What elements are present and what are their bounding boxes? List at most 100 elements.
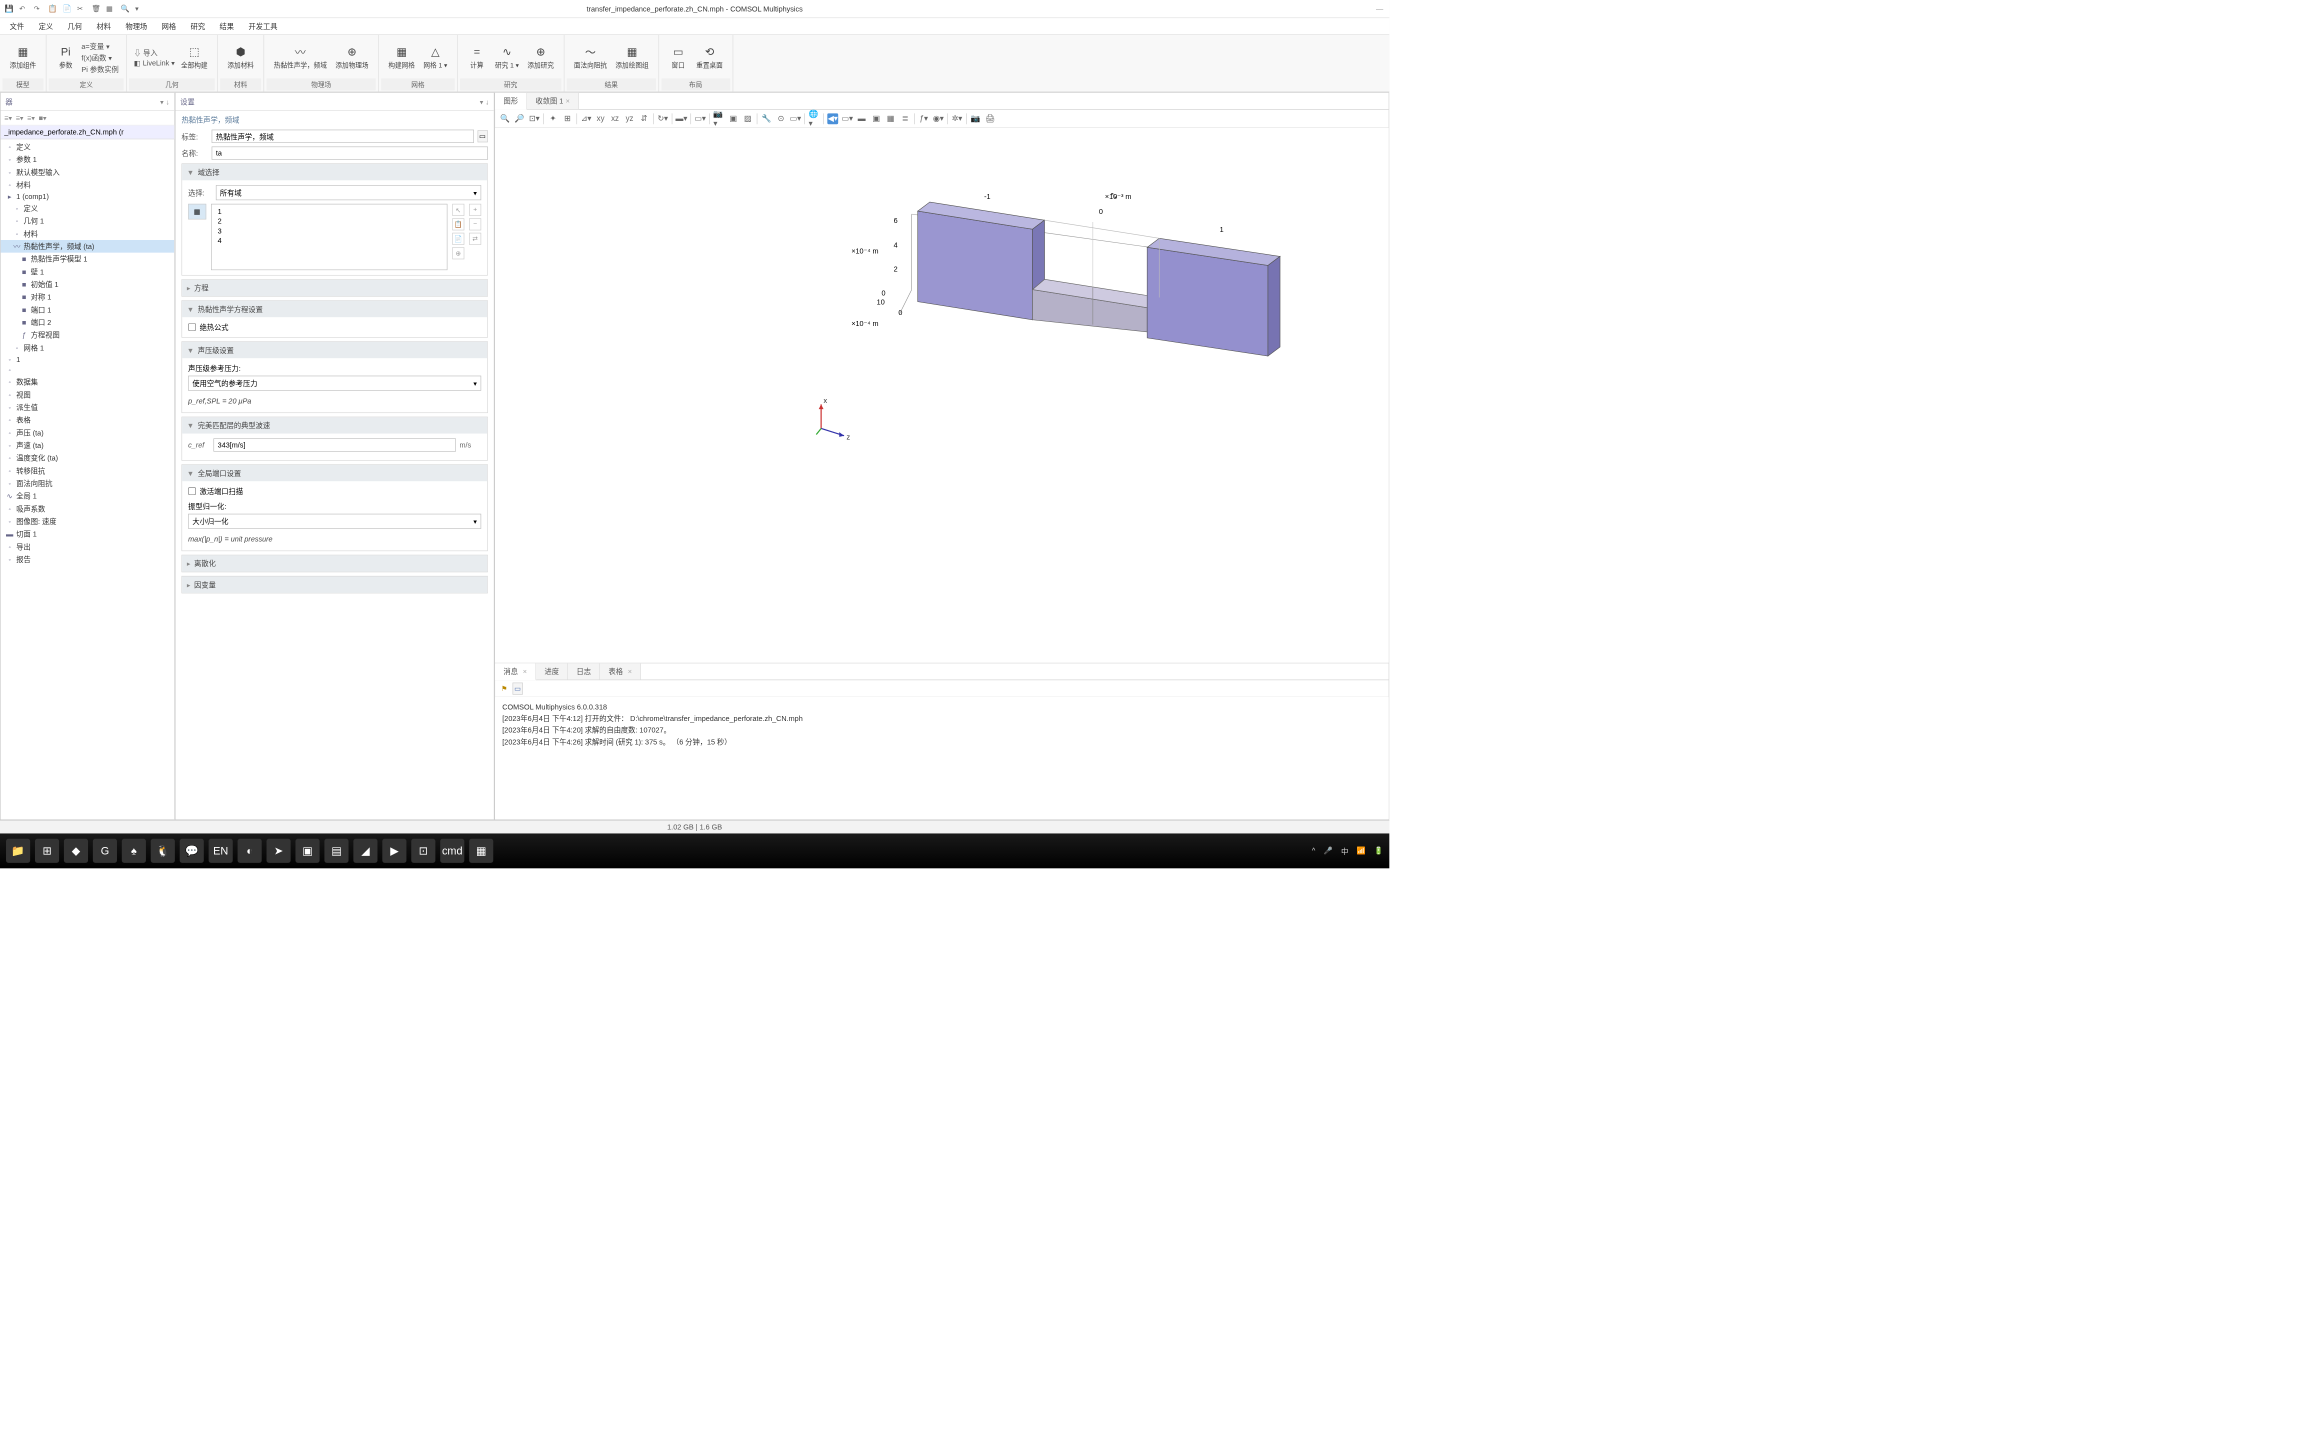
ribbon-stack[interactable]: a=变量 ▾f(x)函数 ▾Pi 参数实例 [81,41,118,74]
ribbon-item[interactable]: =计算 [465,43,489,71]
zoom-box-icon[interactable]: ⊡▾ [529,113,540,124]
tb-c[interactable]: 🔧 [761,113,772,124]
section-header[interactable]: ▼完美匹配层的典型波速 [182,417,487,433]
cut-icon[interactable]: ✂ [77,4,87,14]
domain-select-dropdown[interactable]: 所有域▾ [216,185,481,200]
tb-a[interactable]: ▣ [728,113,739,124]
tree-item[interactable]: ▸1 (comp1) [1,191,175,202]
paste-icon[interactable]: 📄 [63,4,73,14]
section-header[interactable]: ▸因变量 [182,576,487,592]
tree-item[interactable]: ◦几何 1 [1,215,175,228]
taskbar-app[interactable]: ▣ [295,839,319,863]
tb-b[interactable]: ▨ [742,113,753,124]
yz-icon[interactable]: yz [624,113,635,124]
tree-item[interactable]: ■端口 1 [1,303,175,316]
checkbox-row[interactable]: 绝热公式 [188,322,481,332]
save-icon[interactable]: 💾 [5,4,15,14]
ribbon-item[interactable]: 〰热黏性声学，频域 [271,43,329,71]
sel-btn-1[interactable]: ↖ [452,204,464,216]
tree-item[interactable]: ◦默认模型输入 [1,166,175,179]
tree-item[interactable]: ƒ方程视图 [1,329,175,342]
rotate-icon[interactable]: ↻▾ [657,113,668,124]
screenshot-icon[interactable]: 📷▾ [713,113,724,124]
tab-progress[interactable]: 进度 [536,663,568,679]
section-header[interactable]: ▼热黏性声学方程设置 [182,301,487,317]
ribbon-item[interactable]: ▭窗口 [666,43,690,71]
ribbon-item[interactable]: ⊕添加研究 [525,43,556,71]
tb-g[interactable]: ◀▾ [827,113,838,124]
menu-devtools[interactable]: 开发工具 [242,19,283,34]
xz-icon[interactable]: xz [610,113,621,124]
tree-item[interactable]: ◦定义 [1,140,175,153]
delete-icon[interactable]: 🗑 [92,4,102,14]
tb-l[interactable]: ≣ [900,113,911,124]
tree-item[interactable]: ◦声速 (ta) [1,439,175,452]
menu-mesh[interactable]: 网格 [156,19,183,34]
tree-item[interactable]: ■壁 1 [1,265,175,278]
ribbon-item[interactable]: ⬢添加材料 [225,43,256,71]
tree-item[interactable]: ◦参数 1 [1,153,175,166]
table-icon[interactable]: ▦ [106,4,116,14]
menu-material[interactable]: 材料 [90,19,117,34]
taskbar-app[interactable]: ⊞ [35,839,59,863]
tb-o[interactable]: ✲▾ [952,113,963,124]
tree-item[interactable]: ◦定义 [1,202,175,215]
tb-k[interactable]: ▦ [885,113,896,124]
tree-item[interactable]: ■初始值 1 [1,278,175,291]
tb-h[interactable]: ▭▾ [842,113,853,124]
find-icon[interactable]: 🔍 [121,4,131,14]
tb-m[interactable]: ƒ▾ [918,113,929,124]
taskbar-app[interactable]: cmd [440,839,464,863]
tree-item[interactable]: ◦报告 [1,553,175,566]
ribbon-item[interactable]: ∿研究 1 ▾ [493,43,522,71]
tab-graphics[interactable]: 图形 [495,93,527,110]
tb-f[interactable]: 🌐▾ [809,113,820,124]
taskbar-app[interactable]: 📁 [6,839,30,863]
label-edit-icon[interactable]: ▭ [477,130,487,142]
flip-icon[interactable]: ⇵ [639,113,650,124]
tree-item[interactable]: ◦图像图: 速度 [1,515,175,528]
xy-icon[interactable]: xy [595,113,606,124]
taskbar-app[interactable]: ◢ [353,839,377,863]
menu-physics[interactable]: 物理场 [119,19,153,34]
tree-item[interactable]: ■热黏性声学模型 1 [1,253,175,266]
tree-item[interactable]: ∿全局 1 [1,490,175,503]
copy-icon[interactable]: 📋 [48,4,58,14]
tree-item[interactable]: ◦表格 [1,414,175,427]
tb-p[interactable]: 📷 [970,113,981,124]
tree-item[interactable]: ■对称 1 [1,291,175,304]
menu-results[interactable]: 结果 [214,19,241,34]
taskbar-app[interactable]: ▦ [469,839,493,863]
pref-dropdown[interactable]: 使用空气的参考压力▾ [188,376,481,391]
undo-icon[interactable]: ↶ [19,4,29,14]
close-icon[interactable]: × [566,97,570,105]
menu-define[interactable]: 定义 [33,19,60,34]
tree-tb-1[interactable]: ≡▾ [4,114,12,122]
section-header[interactable]: ▼声压级设置 [182,342,487,358]
redo-icon[interactable]: ↷ [34,4,44,14]
ribbon-item[interactable]: ⊕添加物理场 [333,43,371,71]
tree-item[interactable]: ■端口 2 [1,316,175,329]
domain-list[interactable]: 1 2 3 4 [211,204,447,270]
ribbon-item[interactable]: △网格 1 ▾ [421,43,450,71]
tree-tb-3[interactable]: ≡▾ [27,114,35,122]
tree-item[interactable]: ◦温度变化 (ta) [1,452,175,465]
zoom-out-icon[interactable]: 🔎 [514,113,525,124]
tree-item[interactable]: ◦声压 (ta) [1,426,175,439]
tab-log[interactable]: 日志 [568,663,600,679]
minimize-button[interactable]: — [1376,5,1383,13]
system-tray[interactable]: ^🎤中📶🔋 [1312,846,1383,856]
tb-e[interactable]: ▭▾ [790,113,801,124]
taskbar-app[interactable]: ◆ [64,839,88,863]
msg-tb-1[interactable]: ⚑ [501,684,507,692]
sel-btn-2[interactable]: 📋 [452,218,464,230]
close-icon[interactable]: × [523,667,527,675]
menu-geometry[interactable]: 几何 [62,19,89,34]
clip-icon[interactable]: ▭▾ [695,113,706,124]
ribbon-item[interactable]: ⬚全部构建 [179,43,210,71]
collapse-icon[interactable]: ▾ ↓ [160,97,169,105]
center-icon[interactable]: ✦ [548,113,559,124]
taskbar-app[interactable]: ♠ [122,839,146,863]
tree-tb-4[interactable]: ■▾ [39,114,47,122]
port-scan-chk[interactable]: 激活端口扫描 [188,486,481,496]
